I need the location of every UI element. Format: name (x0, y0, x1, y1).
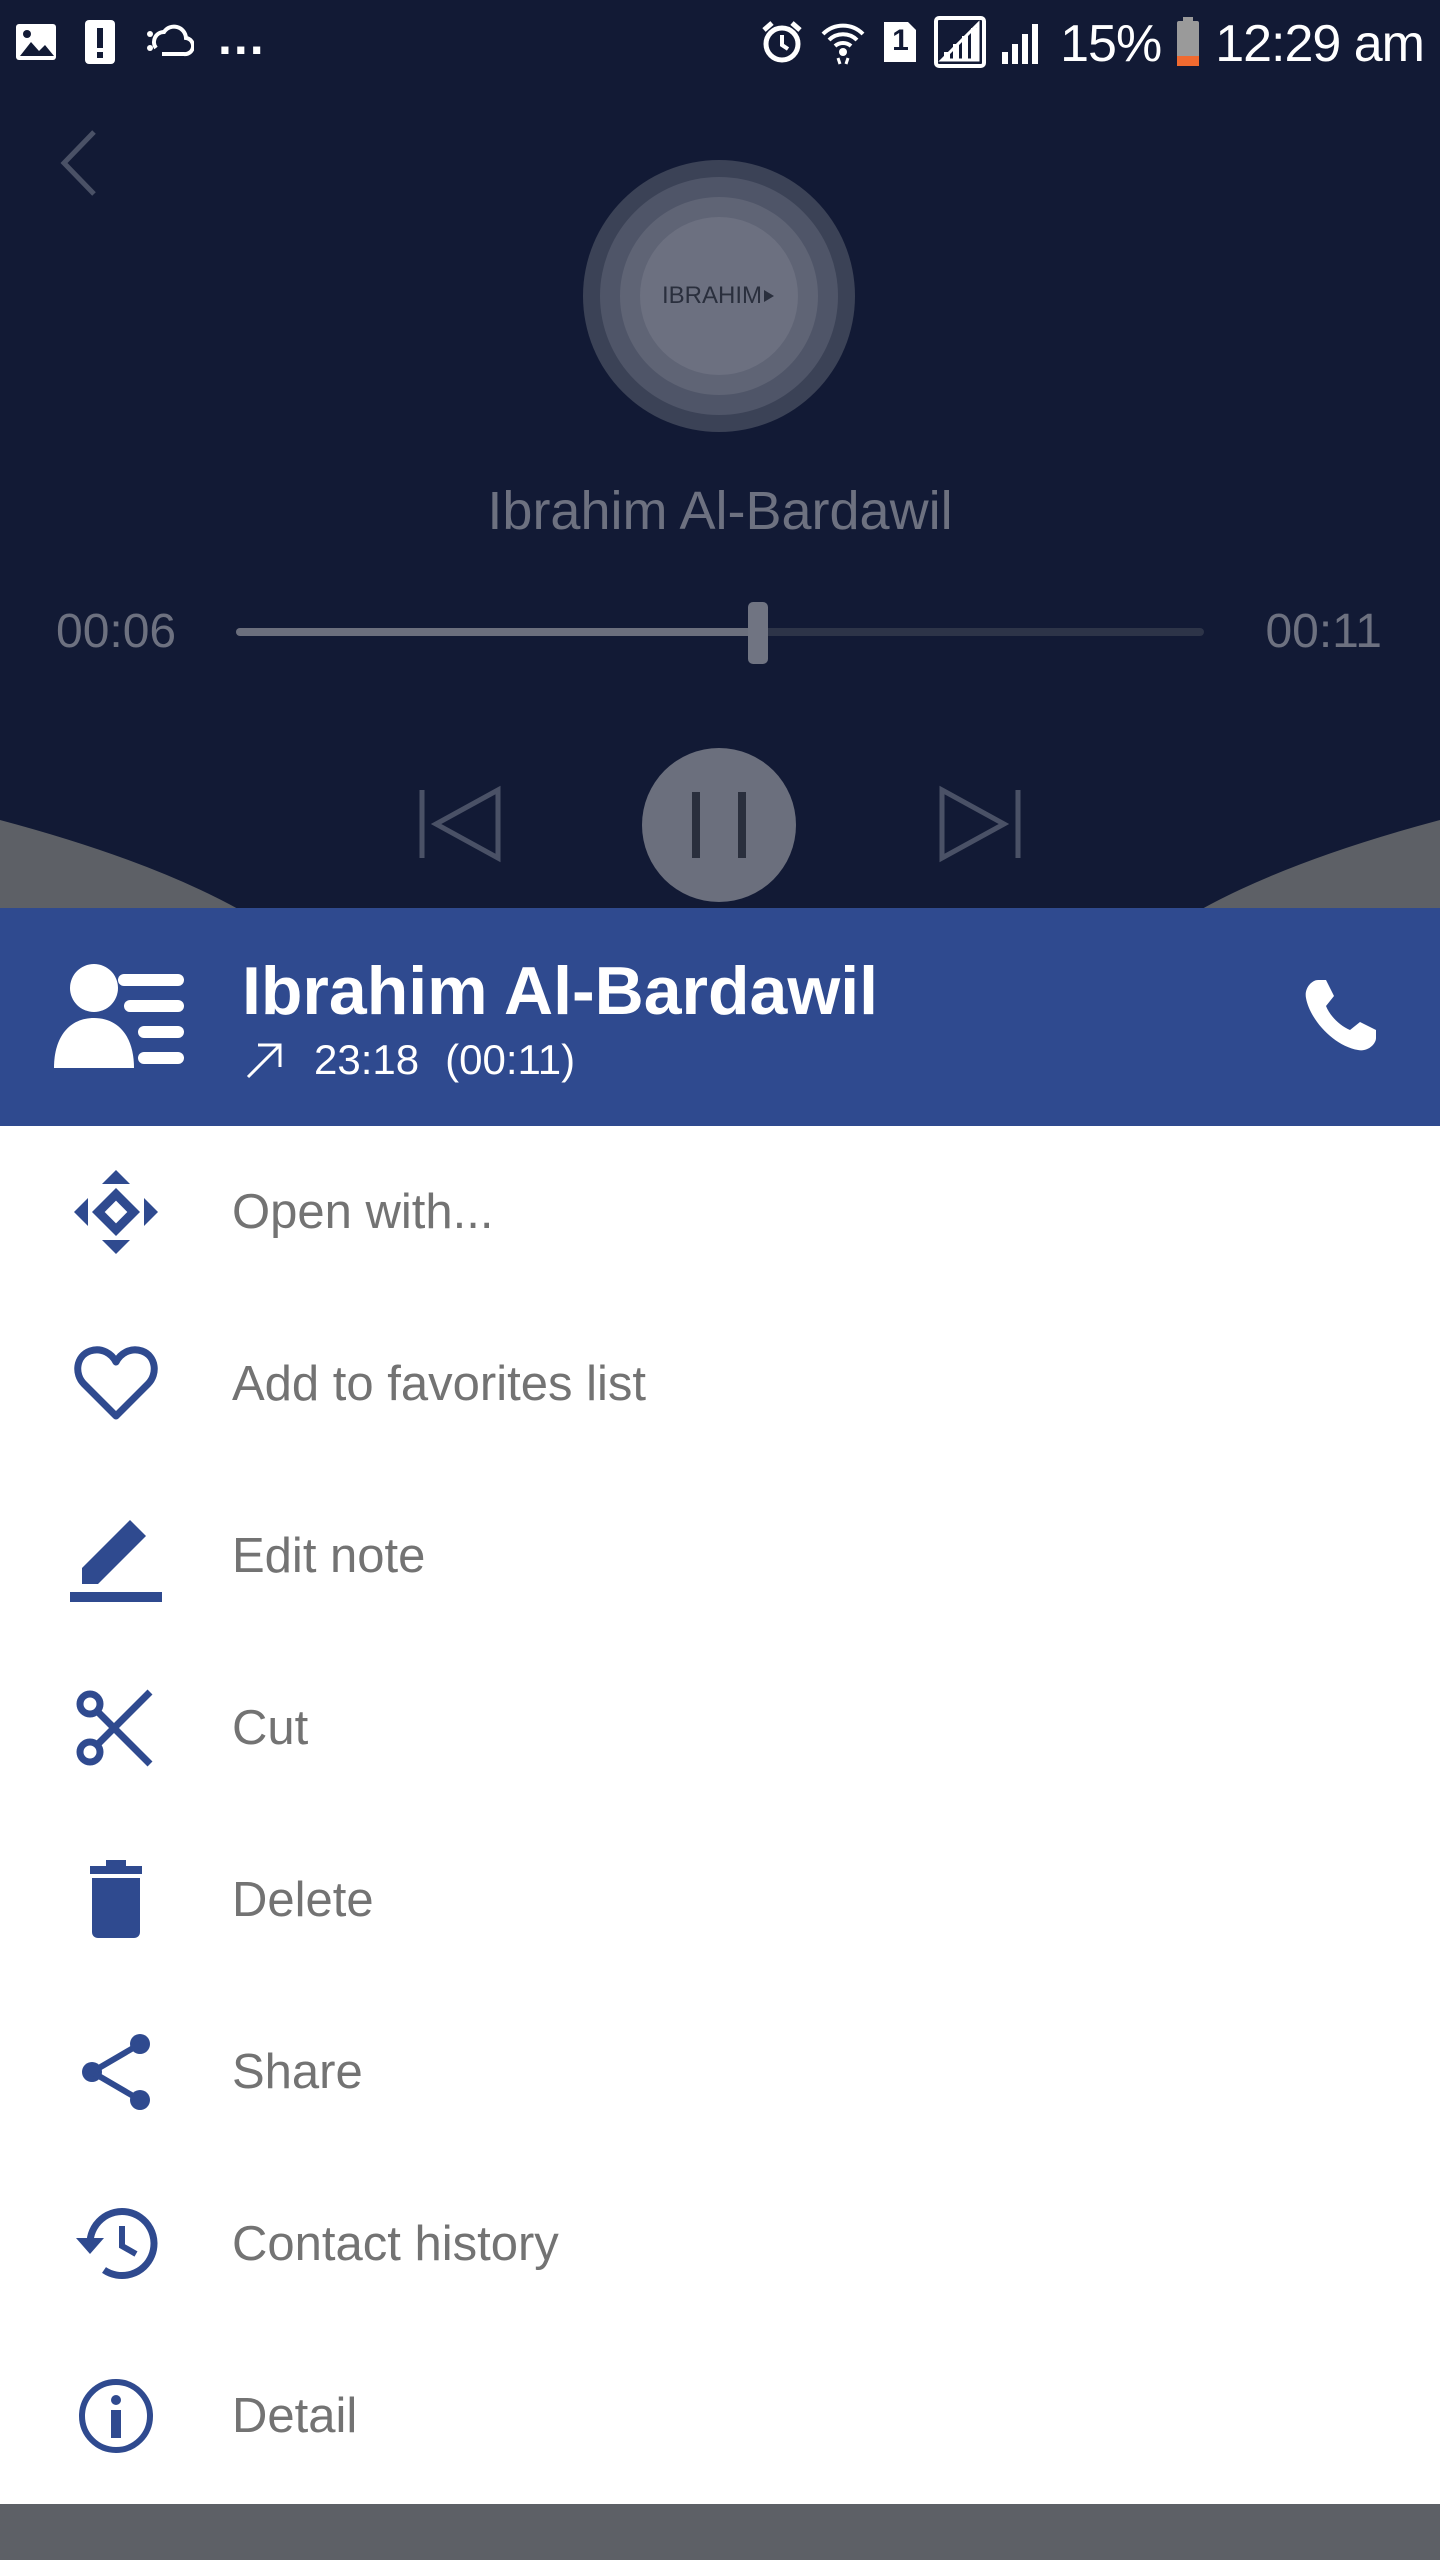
menu-item-open-with[interactable]: Open with... (0, 1126, 1440, 1298)
signal-icon-1 (934, 15, 987, 73)
phone-icon (1305, 980, 1376, 1051)
call-duration: (00:11) (445, 1036, 576, 1083)
back-button[interactable] (50, 118, 110, 208)
signal-icon-2 (1000, 18, 1046, 71)
call-time: 23:18 (314, 1036, 420, 1083)
menu-item-cut[interactable]: Cut (0, 1642, 1440, 1814)
audio-player: ... 1 15% 12:29 am IBRAHIM Ibrahim Al-Ba… (0, 0, 1440, 910)
alert-notification-icon (82, 18, 118, 71)
menu-label-detail: Detail (232, 2389, 358, 2443)
menu-item-add-favorites[interactable]: Add to favorites list (0, 1298, 1440, 1470)
call-meta: 23:18 (00:11) (242, 1036, 575, 1084)
gallery-notification-icon (14, 20, 58, 69)
play-mini-icon (764, 290, 774, 302)
seek-progress (236, 628, 759, 636)
menu-label-delete: Delete (232, 1873, 374, 1927)
previous-button[interactable] (416, 784, 506, 864)
skip-previous-icon (419, 785, 501, 863)
pause-button[interactable] (642, 748, 796, 902)
share-icon (62, 2018, 170, 2126)
menu-item-delete[interactable]: Delete (0, 1814, 1440, 1986)
player-title: Ibrahim Al-Bardawil (487, 481, 953, 541)
menu-label-cut: Cut (232, 1701, 309, 1755)
bottom-scrim (0, 2504, 1440, 2560)
menu-label-open-with: Open with... (232, 1185, 494, 1239)
menu-item-contact-history[interactable]: Contact history (0, 2158, 1440, 2330)
alarm-icon (758, 18, 806, 71)
info-icon (62, 2362, 170, 2470)
options-menu: Open with... Add to favorites list Edit … (0, 1126, 1440, 2504)
skip-next-icon (939, 785, 1021, 863)
total-time: 00:11 (1265, 605, 1382, 658)
seek-thumb[interactable] (748, 602, 768, 664)
contact-name: Ibrahim Al-Bardawil (242, 953, 879, 1029)
chevron-left-icon (60, 130, 96, 196)
menu-item-edit-note[interactable]: Edit note (0, 1470, 1440, 1642)
heart-icon (62, 1330, 170, 1438)
pencil-icon (62, 1502, 170, 1610)
menu-label-share: Share (232, 2045, 363, 2099)
outgoing-call-icon (246, 1043, 282, 1079)
avatar: IBRAHIM (640, 217, 798, 375)
menu-item-share[interactable]: Share (0, 1986, 1440, 2158)
open-with-icon (62, 1158, 170, 1266)
sim-label: 1 (892, 23, 909, 57)
trash-icon (62, 1846, 170, 1954)
scissors-icon (62, 1674, 170, 1782)
menu-label-contact-history: Contact history (232, 2217, 559, 2271)
right-curve (1140, 820, 1440, 910)
menu-label-edit-note: Edit note (232, 1529, 426, 1583)
avatar-text: IBRAHIM (661, 282, 762, 309)
call-button[interactable] (1300, 976, 1380, 1056)
more-notifications: ... (218, 9, 266, 65)
pause-bar-left (692, 792, 700, 858)
history-icon (62, 2190, 170, 2298)
wifi-icon (820, 18, 866, 71)
left-curve (0, 820, 300, 910)
seek-bar[interactable] (236, 628, 1204, 636)
status-right: 1 15% 12:29 am (758, 14, 1425, 74)
next-button[interactable] (934, 784, 1024, 864)
clock: 12:29 am (1215, 15, 1425, 73)
pause-bar-right (738, 792, 746, 858)
status-left: ... (14, 9, 266, 74)
menu-label-add-favorites: Add to favorites list (232, 1357, 646, 1411)
menu-item-detail[interactable]: Detail (0, 2330, 1440, 2502)
status-bar: ... 1 15% 12:29 am (0, 0, 1440, 86)
battery-percent: 15% (1060, 15, 1162, 73)
sim-icon: 1 (880, 18, 920, 71)
battery-icon (1175, 16, 1201, 73)
current-time: 00:06 (56, 605, 177, 658)
sync-notification-icon (142, 20, 196, 69)
contact-details-icon (52, 960, 188, 1070)
